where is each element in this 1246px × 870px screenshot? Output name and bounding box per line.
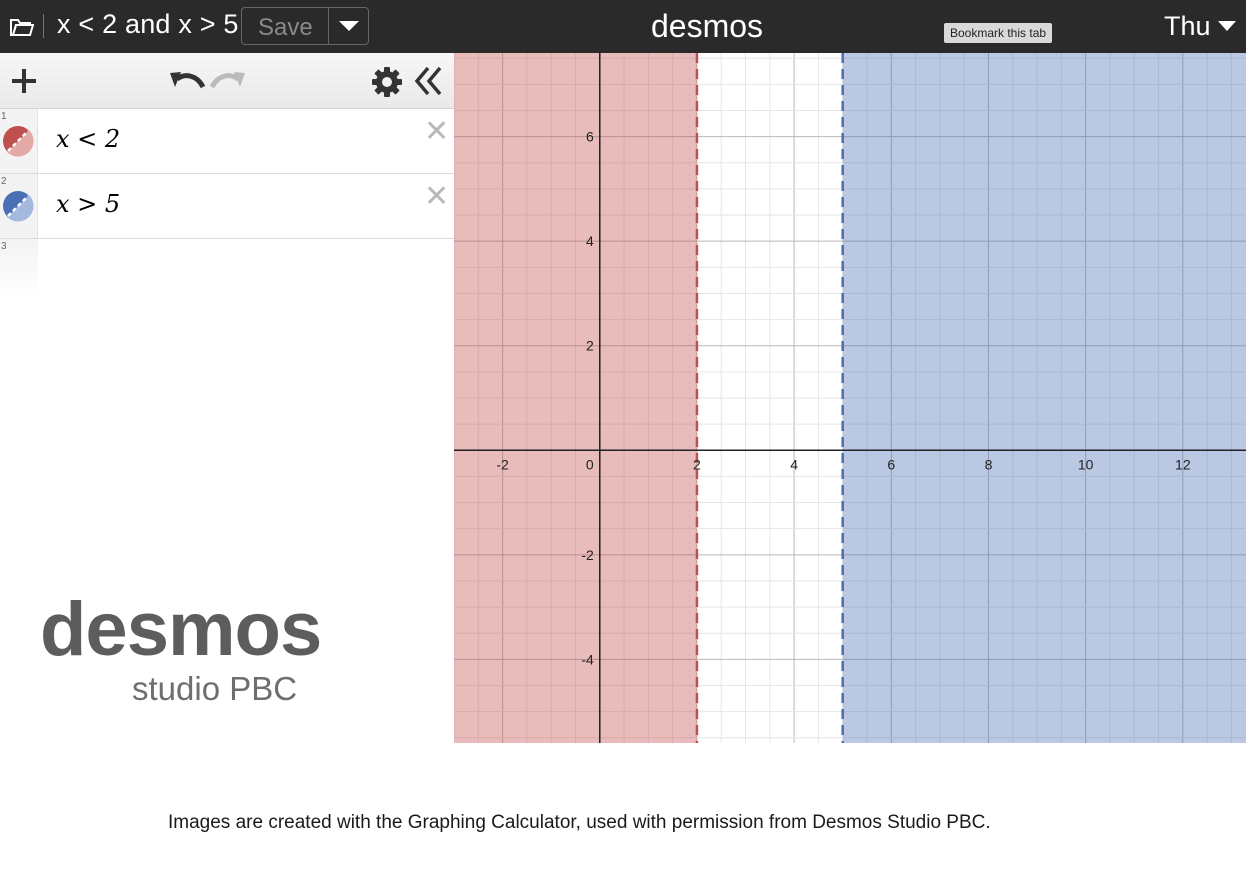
x-tick-label: 12 (1175, 456, 1191, 472)
expression-toolbar (0, 53, 454, 109)
settings-gear-icon[interactable] (371, 66, 403, 98)
y-tick-label: -4 (581, 651, 594, 667)
expression-row-3[interactable]: 3 (0, 239, 454, 299)
x-tick-label: 8 (985, 456, 993, 472)
expression-input[interactable]: x < 2 (56, 125, 120, 153)
desmos-brand: desmos (651, 8, 764, 44)
expression-gutter: 3 (0, 239, 38, 299)
undo-icon[interactable] (167, 65, 207, 95)
y-tick-label: 2 (586, 338, 594, 354)
save-dropdown-icon[interactable] (339, 21, 359, 31)
y-tick-label: 4 (586, 233, 594, 249)
expression-row-2[interactable]: 2 x > 5 ✕ (0, 174, 454, 239)
x-tick-label: 2 (693, 456, 701, 472)
expression-index: 2 (1, 176, 7, 187)
graph-title[interactable]: x < 2 and x > 5 (57, 9, 239, 40)
save-divider (328, 8, 329, 44)
expression-list: 1 x < 2 ✕ 2 x > 5 ✕ 3 (0, 109, 454, 299)
desmos-studio-logo: desmos studio PBC (40, 587, 322, 708)
x-tick-label: 4 (790, 456, 798, 472)
expression-color-icon[interactable] (2, 125, 34, 157)
expression-gutter: 1 (0, 109, 38, 173)
redo-icon[interactable] (208, 65, 248, 95)
logo-subtitle: studio PBC (132, 670, 298, 707)
logo-wordmark: desmos (40, 587, 322, 672)
shaded-region-2 (842, 53, 1246, 743)
save-button-group: Save (241, 7, 369, 45)
y-tick-label: -2 (581, 547, 594, 563)
expression-row-1[interactable]: 1 x < 2 ✕ (0, 109, 454, 174)
graph-paper[interactable]: -2 0 2 4 6 8 10 12 6 4 2 -2 -4 (454, 53, 1246, 743)
expression-index: 1 (1, 111, 7, 122)
attribution-caption: Images are created with the Graphing Cal… (168, 812, 991, 833)
user-menu-chevron-icon[interactable] (1218, 21, 1236, 31)
top-bar: x < 2 and x > 5 Save desmos Bookmark thi… (0, 0, 1246, 53)
expression-gutter: 2 (0, 174, 38, 238)
x-tick-label: 0 (586, 456, 594, 472)
expression-index: 3 (1, 241, 7, 252)
user-menu[interactable]: Thu (1164, 11, 1211, 42)
delete-expression-icon[interactable]: ✕ (424, 182, 449, 212)
y-tick-label: 6 (586, 129, 594, 145)
x-tick-label: -2 (496, 456, 509, 472)
open-graph-folder-icon[interactable] (10, 16, 34, 38)
expression-color-icon[interactable] (2, 190, 34, 222)
save-button[interactable]: Save (258, 14, 313, 42)
x-tick-label: 10 (1078, 456, 1094, 472)
expression-input[interactable]: x > 5 (56, 190, 120, 218)
delete-expression-icon[interactable]: ✕ (424, 117, 449, 147)
x-tick-label: 6 (887, 456, 895, 472)
collapse-list-icon[interactable] (412, 65, 444, 97)
bookmark-tooltip: Bookmark this tab (944, 23, 1053, 43)
add-item-icon[interactable] (10, 67, 38, 95)
shaded-region-1 (454, 53, 697, 743)
title-separator (43, 14, 44, 38)
